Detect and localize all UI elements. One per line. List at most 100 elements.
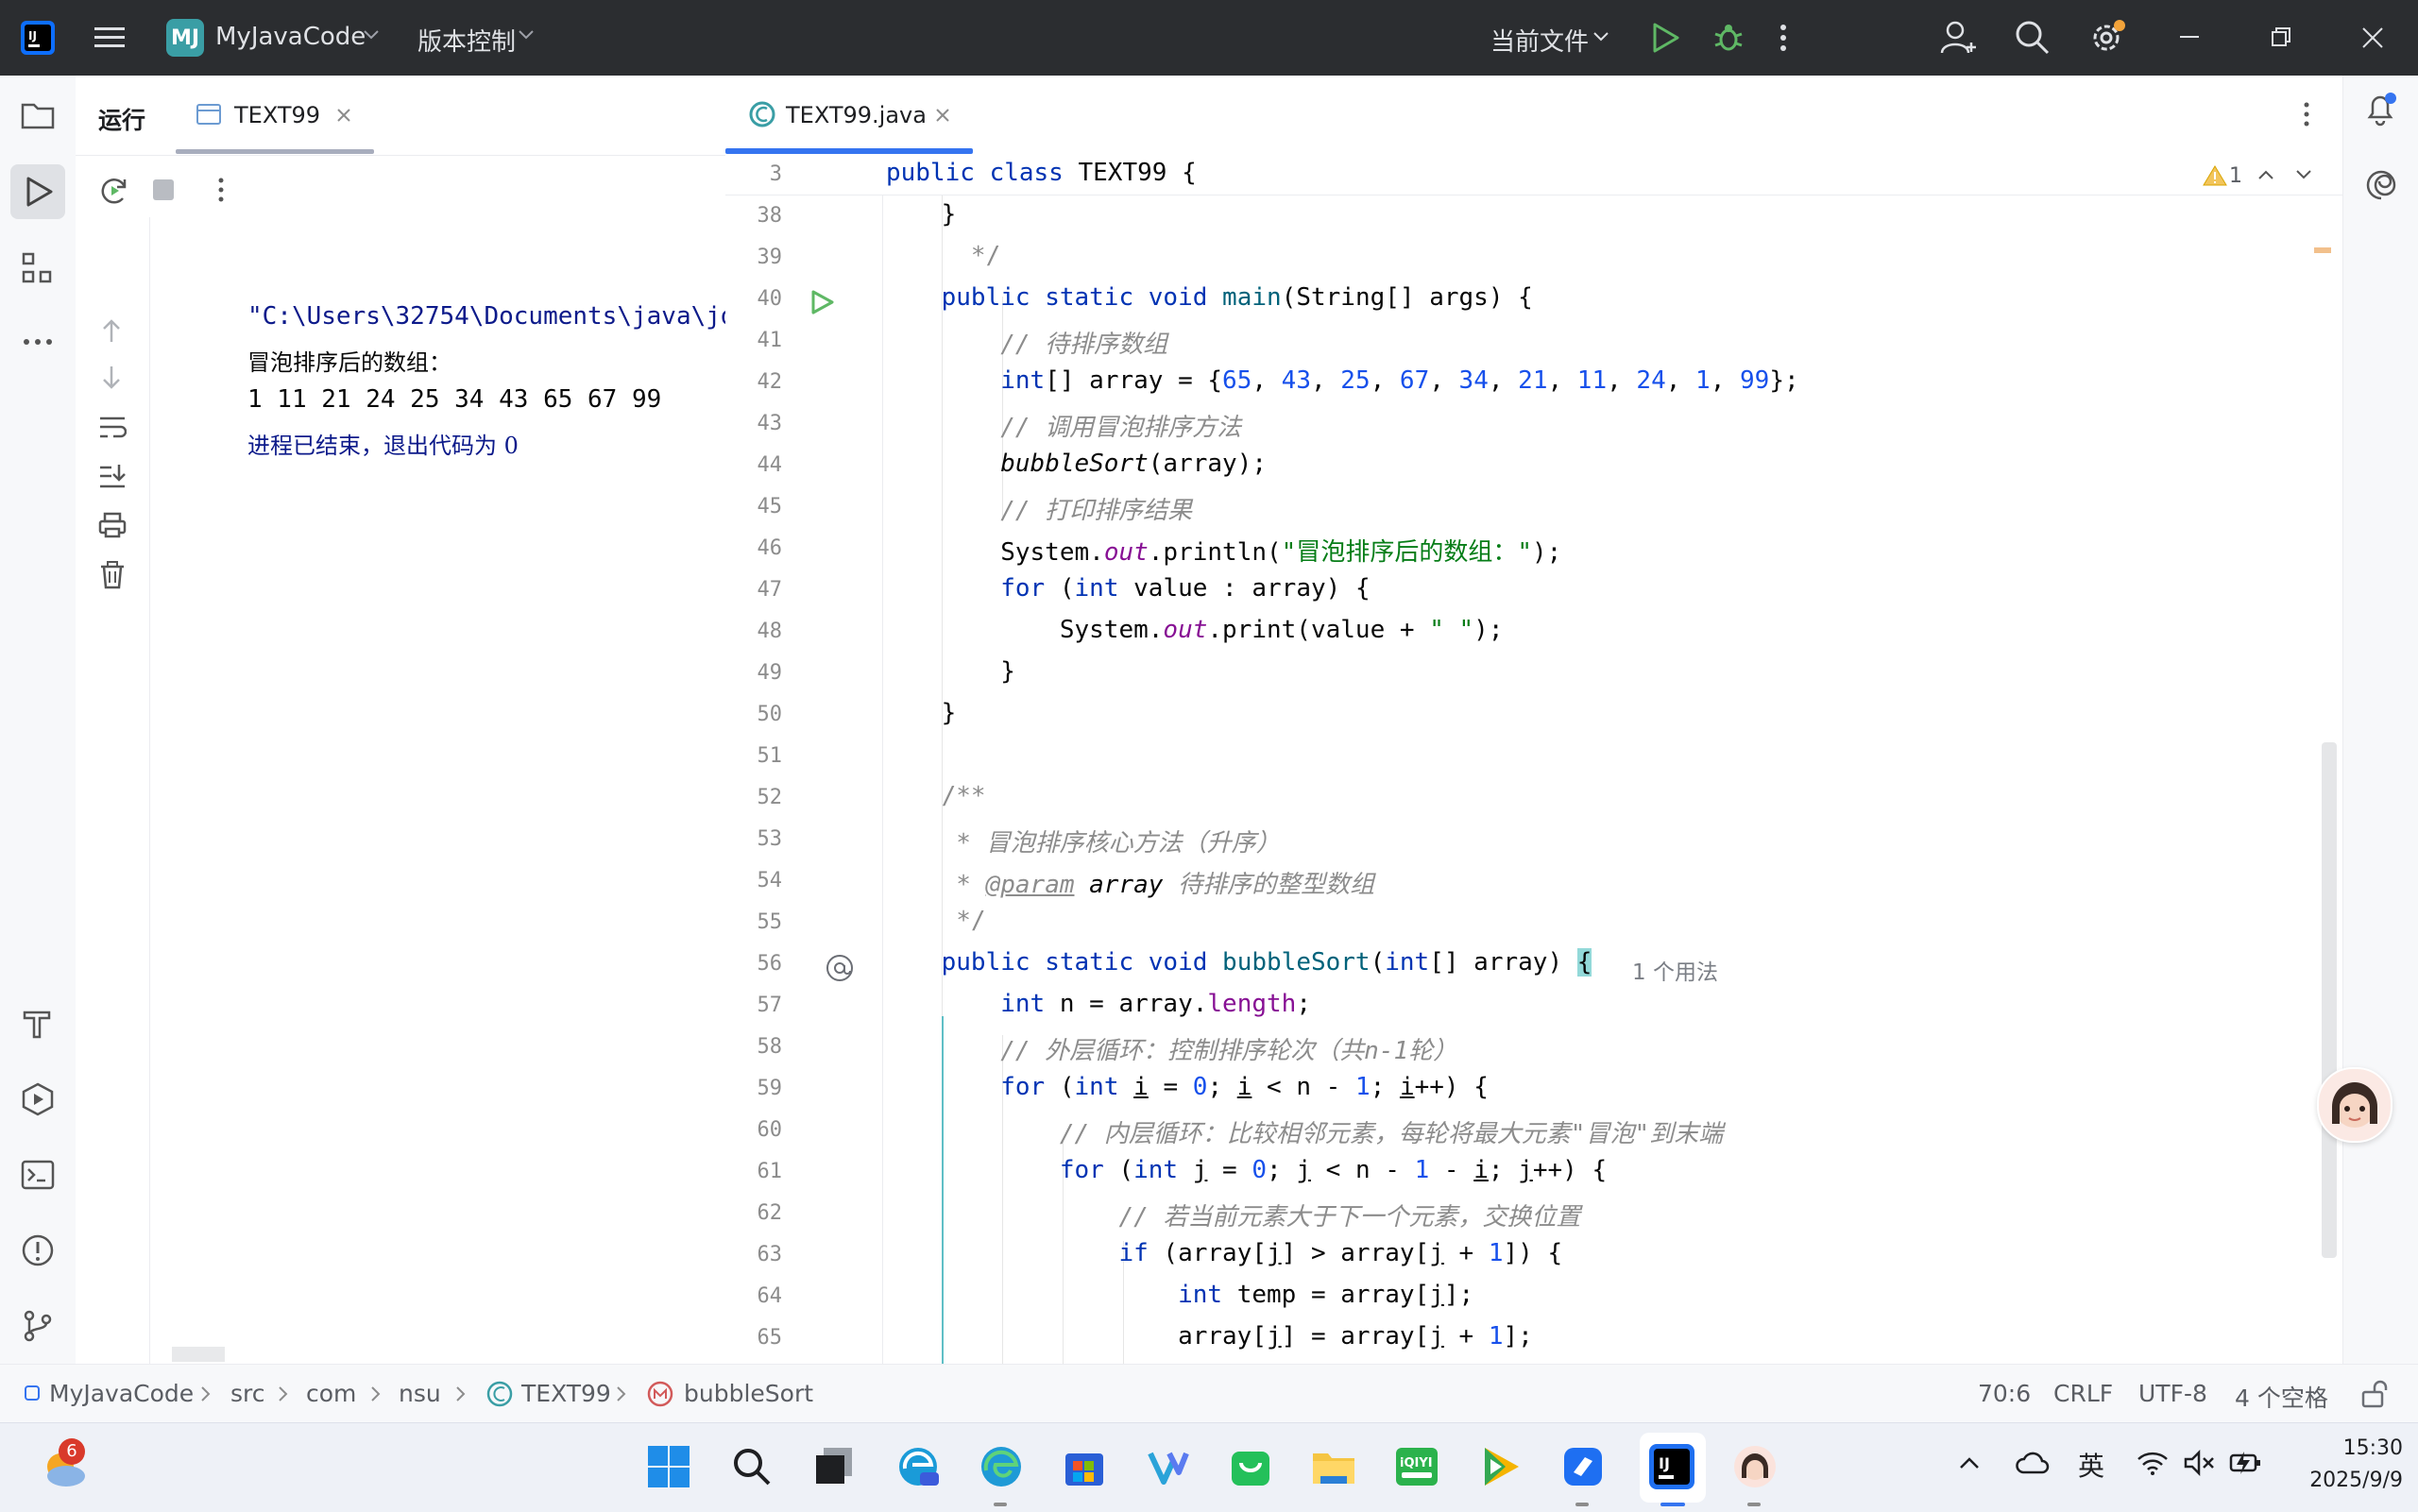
- close-tab-icon[interactable]: [336, 108, 351, 123]
- print-icon[interactable]: [98, 512, 127, 538]
- chevron-down-icon[interactable]: [1592, 30, 1609, 43]
- usages-inlay-hint[interactable]: 1 个用法: [1632, 954, 1718, 986]
- git-icon[interactable]: [15, 1303, 60, 1349]
- code-line: // 内层循环：比较相邻元素，每轮将最大元素"冒泡"到末端: [882, 1120, 1724, 1148]
- media-player-icon[interactable]: [1475, 1442, 1524, 1491]
- debug-icon[interactable]: [1711, 21, 1745, 55]
- sticky-scroll-header[interactable]: 3 public class TEXT99 { 1: [725, 155, 2342, 195]
- code-line: int[] array = {65, 43, 25, 67, 34, 21, 1…: [1000, 366, 1799, 395]
- services-icon[interactable]: [15, 1077, 60, 1122]
- onedrive-cloud-icon[interactable]: [2016, 1450, 2050, 1476]
- run-main-gutter-icon[interactable]: [809, 289, 835, 315]
- soft-wrap-icon[interactable]: [98, 414, 127, 440]
- search-icon[interactable]: [2014, 19, 2052, 57]
- editor-tab-label[interactable]: TEXT99.java: [786, 102, 927, 128]
- warning-scroll-marker[interactable]: [2314, 247, 2331, 253]
- file-explorer-icon[interactable]: [1309, 1442, 1358, 1491]
- rerun-icon[interactable]: [98, 174, 130, 206]
- run-config-selector[interactable]: 当前文件: [1490, 23, 1589, 58]
- chevron-up-icon[interactable]: [2257, 168, 2274, 181]
- edge-browser-icon[interactable]: [977, 1442, 1026, 1491]
- intellij-logo-icon[interactable]: IJ: [21, 21, 55, 55]
- run-icon[interactable]: [1647, 21, 1681, 55]
- green-bag-app-icon[interactable]: [1226, 1442, 1275, 1491]
- line-number: 61: [757, 1160, 783, 1183]
- line-separator[interactable]: CRLF: [2053, 1380, 2113, 1407]
- breadcrumb-item[interactable]: nsu: [399, 1380, 441, 1407]
- project-name[interactable]: MyJavaCode: [215, 23, 366, 51]
- terminal-icon[interactable]: [15, 1152, 60, 1198]
- clock-date[interactable]: 2025/9/9: [2271, 1469, 2403, 1492]
- settings-gear-icon[interactable]: [2089, 19, 2127, 57]
- main-menu-icon[interactable]: [93, 21, 127, 55]
- restore-icon[interactable]: [2271, 26, 2293, 49]
- clock-time[interactable]: 15:30: [2327, 1436, 2403, 1460]
- close-window-icon[interactable]: [2361, 26, 2384, 49]
- run-tab-label[interactable]: TEXT99: [234, 102, 320, 128]
- breadcrumb-item[interactable]: src: [230, 1380, 265, 1407]
- more-tools-icon[interactable]: [15, 319, 60, 365]
- chevron-down-icon[interactable]: [2295, 168, 2312, 181]
- run-tool-icon[interactable]: [10, 164, 65, 219]
- structure-icon[interactable]: [15, 246, 60, 291]
- intellij-taskbar-icon[interactable]: IJ: [1647, 1442, 1696, 1491]
- vcs-menu[interactable]: 版本控制: [417, 23, 516, 58]
- more-actions-icon[interactable]: [1776, 21, 1791, 55]
- arrow-down-icon[interactable]: [98, 365, 125, 391]
- feishu-icon[interactable]: [1558, 1442, 1608, 1491]
- task-view-icon[interactable]: [810, 1442, 860, 1491]
- editor-more-icon[interactable]: [2301, 100, 2312, 128]
- breadcrumb-item[interactable]: TEXT99: [521, 1380, 611, 1407]
- ai-assistant-spiral-icon[interactable]: [2362, 166, 2400, 204]
- clear-trash-icon[interactable]: [98, 561, 127, 589]
- windows-start-icon[interactable]: [644, 1442, 693, 1491]
- notifications-bell-icon[interactable]: [2362, 91, 2400, 128]
- edge-ai-icon[interactable]: [894, 1442, 943, 1491]
- chevron-down-icon[interactable]: [363, 28, 380, 42]
- assistant-app-icon[interactable]: [1730, 1442, 1779, 1491]
- chevron-right-icon: [616, 1385, 627, 1402]
- taskbar-search-icon[interactable]: [727, 1442, 776, 1491]
- at-usages-gutter-icon[interactable]: [826, 954, 854, 982]
- battery-charging-icon[interactable]: [2229, 1448, 2263, 1478]
- indent-setting[interactable]: 4 个空格: [2235, 1380, 2328, 1414]
- line-number: 38: [757, 204, 783, 228]
- project-folder-icon[interactable]: [15, 93, 60, 138]
- microsoft-store-icon[interactable]: [1060, 1442, 1109, 1491]
- code-line: if (array[j] > array[j + 1]) {: [1118, 1239, 1563, 1267]
- active-editor-tab-indicator: [725, 148, 973, 154]
- volume-muted-icon[interactable]: [2184, 1450, 2216, 1476]
- assistant-avatar[interactable]: [2317, 1067, 2392, 1143]
- warning-icon: [2203, 164, 2227, 187]
- file-encoding[interactable]: UTF-8: [2138, 1380, 2207, 1407]
- chevron-right-icon: [278, 1385, 289, 1402]
- chevron-right-icon: [455, 1385, 467, 1402]
- close-tab-icon[interactable]: [935, 108, 950, 123]
- code-area[interactable]: 38 39 40 41 42 43 44 45 46 47 48 49 50 5…: [725, 195, 2342, 1364]
- project-badge[interactable]: MJ: [166, 19, 204, 57]
- app-v-icon[interactable]: [1143, 1442, 1192, 1491]
- breadcrumb-item[interactable]: com: [306, 1380, 356, 1407]
- more-options-icon[interactable]: [215, 176, 227, 204]
- wifi-icon[interactable]: [2137, 1450, 2169, 1476]
- arrow-up-icon[interactable]: [98, 317, 125, 344]
- lock-open-icon[interactable]: [2361, 1380, 2388, 1408]
- run-panel-title: 运行: [98, 107, 146, 134]
- breadcrumb-item[interactable]: bubbleSort: [684, 1380, 813, 1407]
- iqiyi-icon[interactable]: iQIYI: [1392, 1442, 1441, 1491]
- input-method-indicator[interactable]: 英: [2078, 1446, 2104, 1484]
- build-hammer-icon[interactable]: [15, 1001, 60, 1046]
- add-user-icon[interactable]: [1940, 19, 1978, 57]
- breadcrumb-item[interactable]: MyJavaCode: [49, 1380, 194, 1407]
- problems-icon[interactable]: [15, 1228, 60, 1273]
- console-tab-icon: [196, 104, 221, 125]
- console-output[interactable]: "C:\Users\32754\Documents\java\jdk-22 冒泡…: [151, 217, 725, 1364]
- chevron-down-icon[interactable]: [518, 28, 535, 42]
- inspection-widget[interactable]: 1: [2195, 159, 2318, 193]
- tray-chevron-up-icon[interactable]: [1959, 1455, 1980, 1470]
- editor-vscrollbar-thumb[interactable]: [2322, 742, 2337, 1258]
- scroll-to-end-icon[interactable]: [98, 463, 127, 489]
- minimize-icon[interactable]: [2180, 36, 2203, 40]
- stop-icon[interactable]: [151, 178, 176, 202]
- caret-position[interactable]: 70:6: [1978, 1380, 2031, 1407]
